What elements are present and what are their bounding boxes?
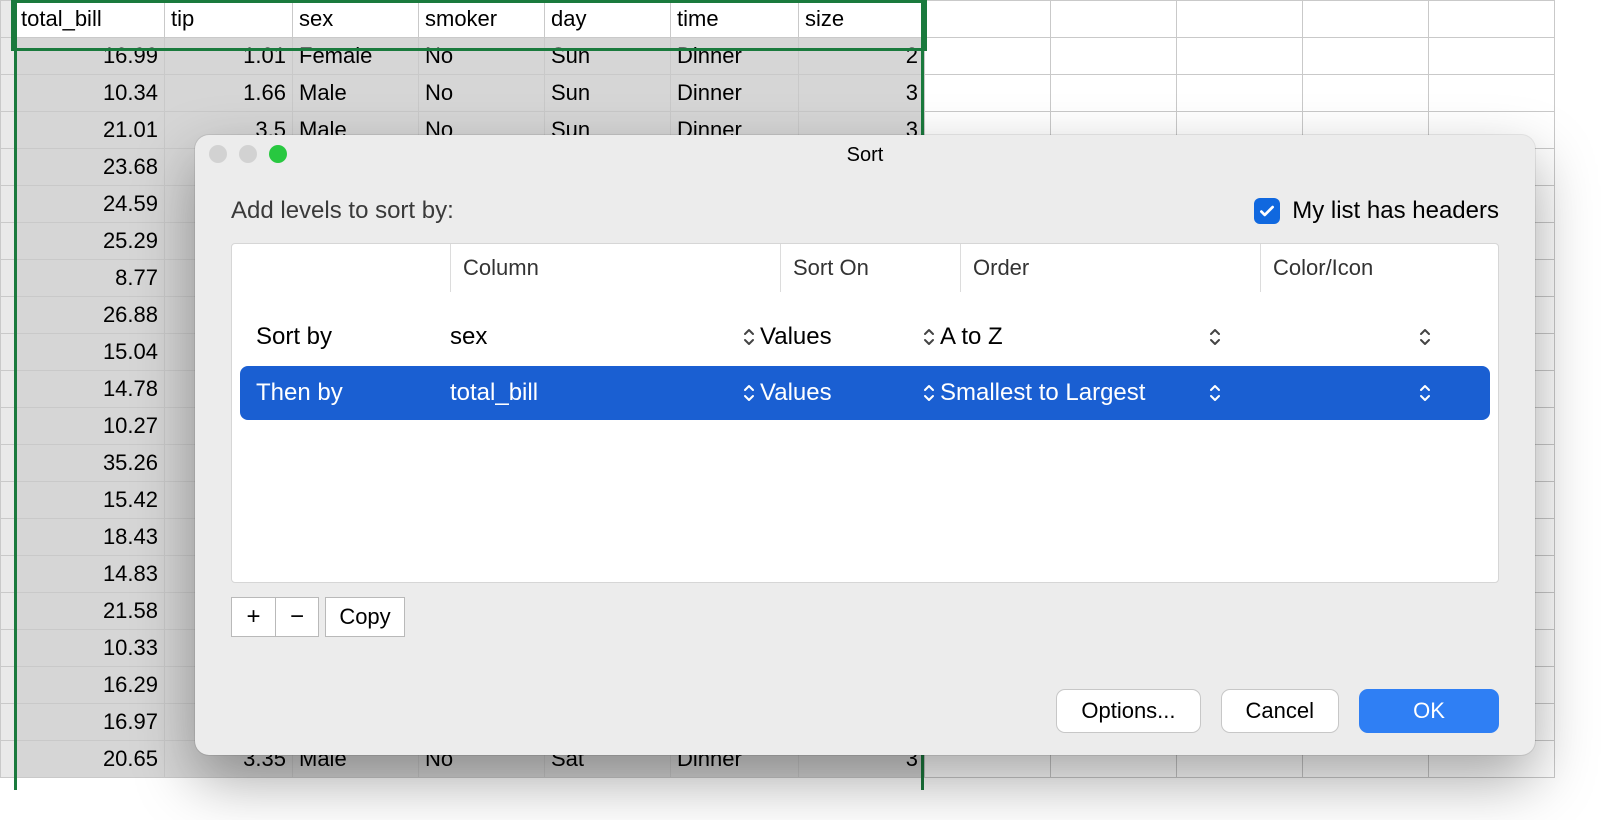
- cell[interactable]: 21.58: [15, 593, 165, 630]
- cell[interactable]: [1177, 38, 1303, 75]
- cell[interactable]: Male: [293, 75, 419, 112]
- cell[interactable]: [925, 75, 1051, 112]
- minimize-icon[interactable]: [239, 145, 257, 163]
- col-header-coloricon: Color/Icon: [1260, 244, 1498, 292]
- cell[interactable]: Sun: [545, 38, 671, 75]
- col-header-sorton: Sort On: [780, 244, 960, 292]
- cell[interactable]: [1303, 38, 1429, 75]
- chevron-up-down-icon[interactable]: [1418, 325, 1436, 349]
- cell[interactable]: 16.97: [15, 704, 165, 741]
- column-header[interactable]: total_bill: [15, 1, 165, 38]
- column-select[interactable]: total_bill: [450, 379, 760, 407]
- remove-level-button[interactable]: −: [275, 597, 319, 637]
- order-select[interactable]: Smallest to Largest: [940, 379, 1226, 407]
- cell[interactable]: 10.27: [15, 408, 165, 445]
- cell[interactable]: Female: [293, 38, 419, 75]
- coloricon-select[interactable]: [1226, 381, 1436, 405]
- cell[interactable]: 35.26: [15, 445, 165, 482]
- dialog-title: Sort: [847, 144, 884, 167]
- instruction-label: Add levels to sort by:: [231, 197, 454, 225]
- column-select[interactable]: sex: [450, 323, 760, 351]
- column-header[interactable]: time: [671, 1, 799, 38]
- cell[interactable]: 16.29: [15, 667, 165, 704]
- cell[interactable]: [925, 1, 1051, 38]
- cell[interactable]: 20.65: [15, 741, 165, 778]
- cell[interactable]: 21.01: [15, 112, 165, 149]
- add-level-button[interactable]: +: [231, 597, 275, 637]
- col-header-order: Order: [960, 244, 1260, 292]
- column-header[interactable]: smoker: [419, 1, 545, 38]
- cell[interactable]: Dinner: [671, 38, 799, 75]
- sort-levels-header: Column Sort On Order Color/Icon: [232, 244, 1498, 292]
- cell[interactable]: 24.59: [15, 186, 165, 223]
- headers-checkbox[interactable]: My list has headers: [1254, 197, 1499, 225]
- level-label: Sort by: [248, 323, 450, 351]
- close-icon[interactable]: [209, 145, 227, 163]
- cell[interactable]: No: [419, 75, 545, 112]
- cell[interactable]: 14.78: [15, 371, 165, 408]
- column-header[interactable]: day: [545, 1, 671, 38]
- checkmark-icon: [1254, 198, 1280, 224]
- cell[interactable]: [1429, 1, 1555, 38]
- headers-checkbox-label: My list has headers: [1292, 197, 1499, 225]
- cell[interactable]: [1177, 75, 1303, 112]
- cell[interactable]: 1.01: [165, 38, 293, 75]
- chevron-up-down-icon[interactable]: [1208, 381, 1226, 405]
- chevron-up-down-icon[interactable]: [742, 381, 760, 405]
- sort-level-row[interactable]: Then bytotal_billValuesSmallest to Large…: [240, 366, 1490, 420]
- coloricon-select[interactable]: [1226, 325, 1436, 349]
- cell[interactable]: 2: [799, 38, 925, 75]
- cell[interactable]: 3: [799, 75, 925, 112]
- cell[interactable]: No: [419, 38, 545, 75]
- cell[interactable]: 10.33: [15, 630, 165, 667]
- cell[interactable]: 18.43: [15, 519, 165, 556]
- cell[interactable]: [1177, 1, 1303, 38]
- cell[interactable]: [1429, 38, 1555, 75]
- sort-dialog: Sort Add levels to sort by: My list has …: [195, 135, 1535, 755]
- dialog-titlebar: Sort: [195, 135, 1535, 175]
- column-header[interactable]: size: [799, 1, 925, 38]
- cell[interactable]: 1.66: [165, 75, 293, 112]
- cell[interactable]: 23.68: [15, 149, 165, 186]
- column-header[interactable]: tip: [165, 1, 293, 38]
- cell[interactable]: 15.04: [15, 334, 165, 371]
- cell[interactable]: [1051, 75, 1177, 112]
- sorton-select[interactable]: Values: [760, 323, 940, 351]
- cell[interactable]: [1429, 75, 1555, 112]
- chevron-up-down-icon[interactable]: [1418, 381, 1436, 405]
- zoom-icon[interactable]: [269, 145, 287, 163]
- cell[interactable]: 10.34: [15, 75, 165, 112]
- cell[interactable]: [925, 38, 1051, 75]
- cell[interactable]: Dinner: [671, 75, 799, 112]
- copy-level-button[interactable]: Copy: [325, 597, 405, 637]
- cell[interactable]: 14.83: [15, 556, 165, 593]
- level-label: Then by: [248, 379, 450, 407]
- sort-levels-panel: Column Sort On Order Color/Icon Sort bys…: [231, 243, 1499, 583]
- cell[interactable]: [1051, 1, 1177, 38]
- sort-level-row[interactable]: Sort bysexValuesA to Z: [232, 310, 1498, 364]
- column-header[interactable]: sex: [293, 1, 419, 38]
- chevron-up-down-icon[interactable]: [742, 325, 760, 349]
- chevron-up-down-icon[interactable]: [922, 381, 940, 405]
- cell[interactable]: [1303, 1, 1429, 38]
- cell[interactable]: 16.99: [15, 38, 165, 75]
- cell[interactable]: 26.88: [15, 297, 165, 334]
- cancel-button[interactable]: Cancel: [1221, 689, 1339, 733]
- options-button[interactable]: Options...: [1056, 689, 1200, 733]
- cell[interactable]: [1051, 38, 1177, 75]
- col-header-column: Column: [450, 244, 780, 292]
- cell[interactable]: Sun: [545, 75, 671, 112]
- cell[interactable]: 8.77: [15, 260, 165, 297]
- cell[interactable]: 15.42: [15, 482, 165, 519]
- ok-button[interactable]: OK: [1359, 689, 1499, 733]
- sorton-select[interactable]: Values: [760, 379, 940, 407]
- order-select[interactable]: A to Z: [940, 323, 1226, 351]
- cell[interactable]: [1303, 75, 1429, 112]
- cell[interactable]: 25.29: [15, 223, 165, 260]
- chevron-up-down-icon[interactable]: [922, 325, 940, 349]
- chevron-up-down-icon[interactable]: [1208, 325, 1226, 349]
